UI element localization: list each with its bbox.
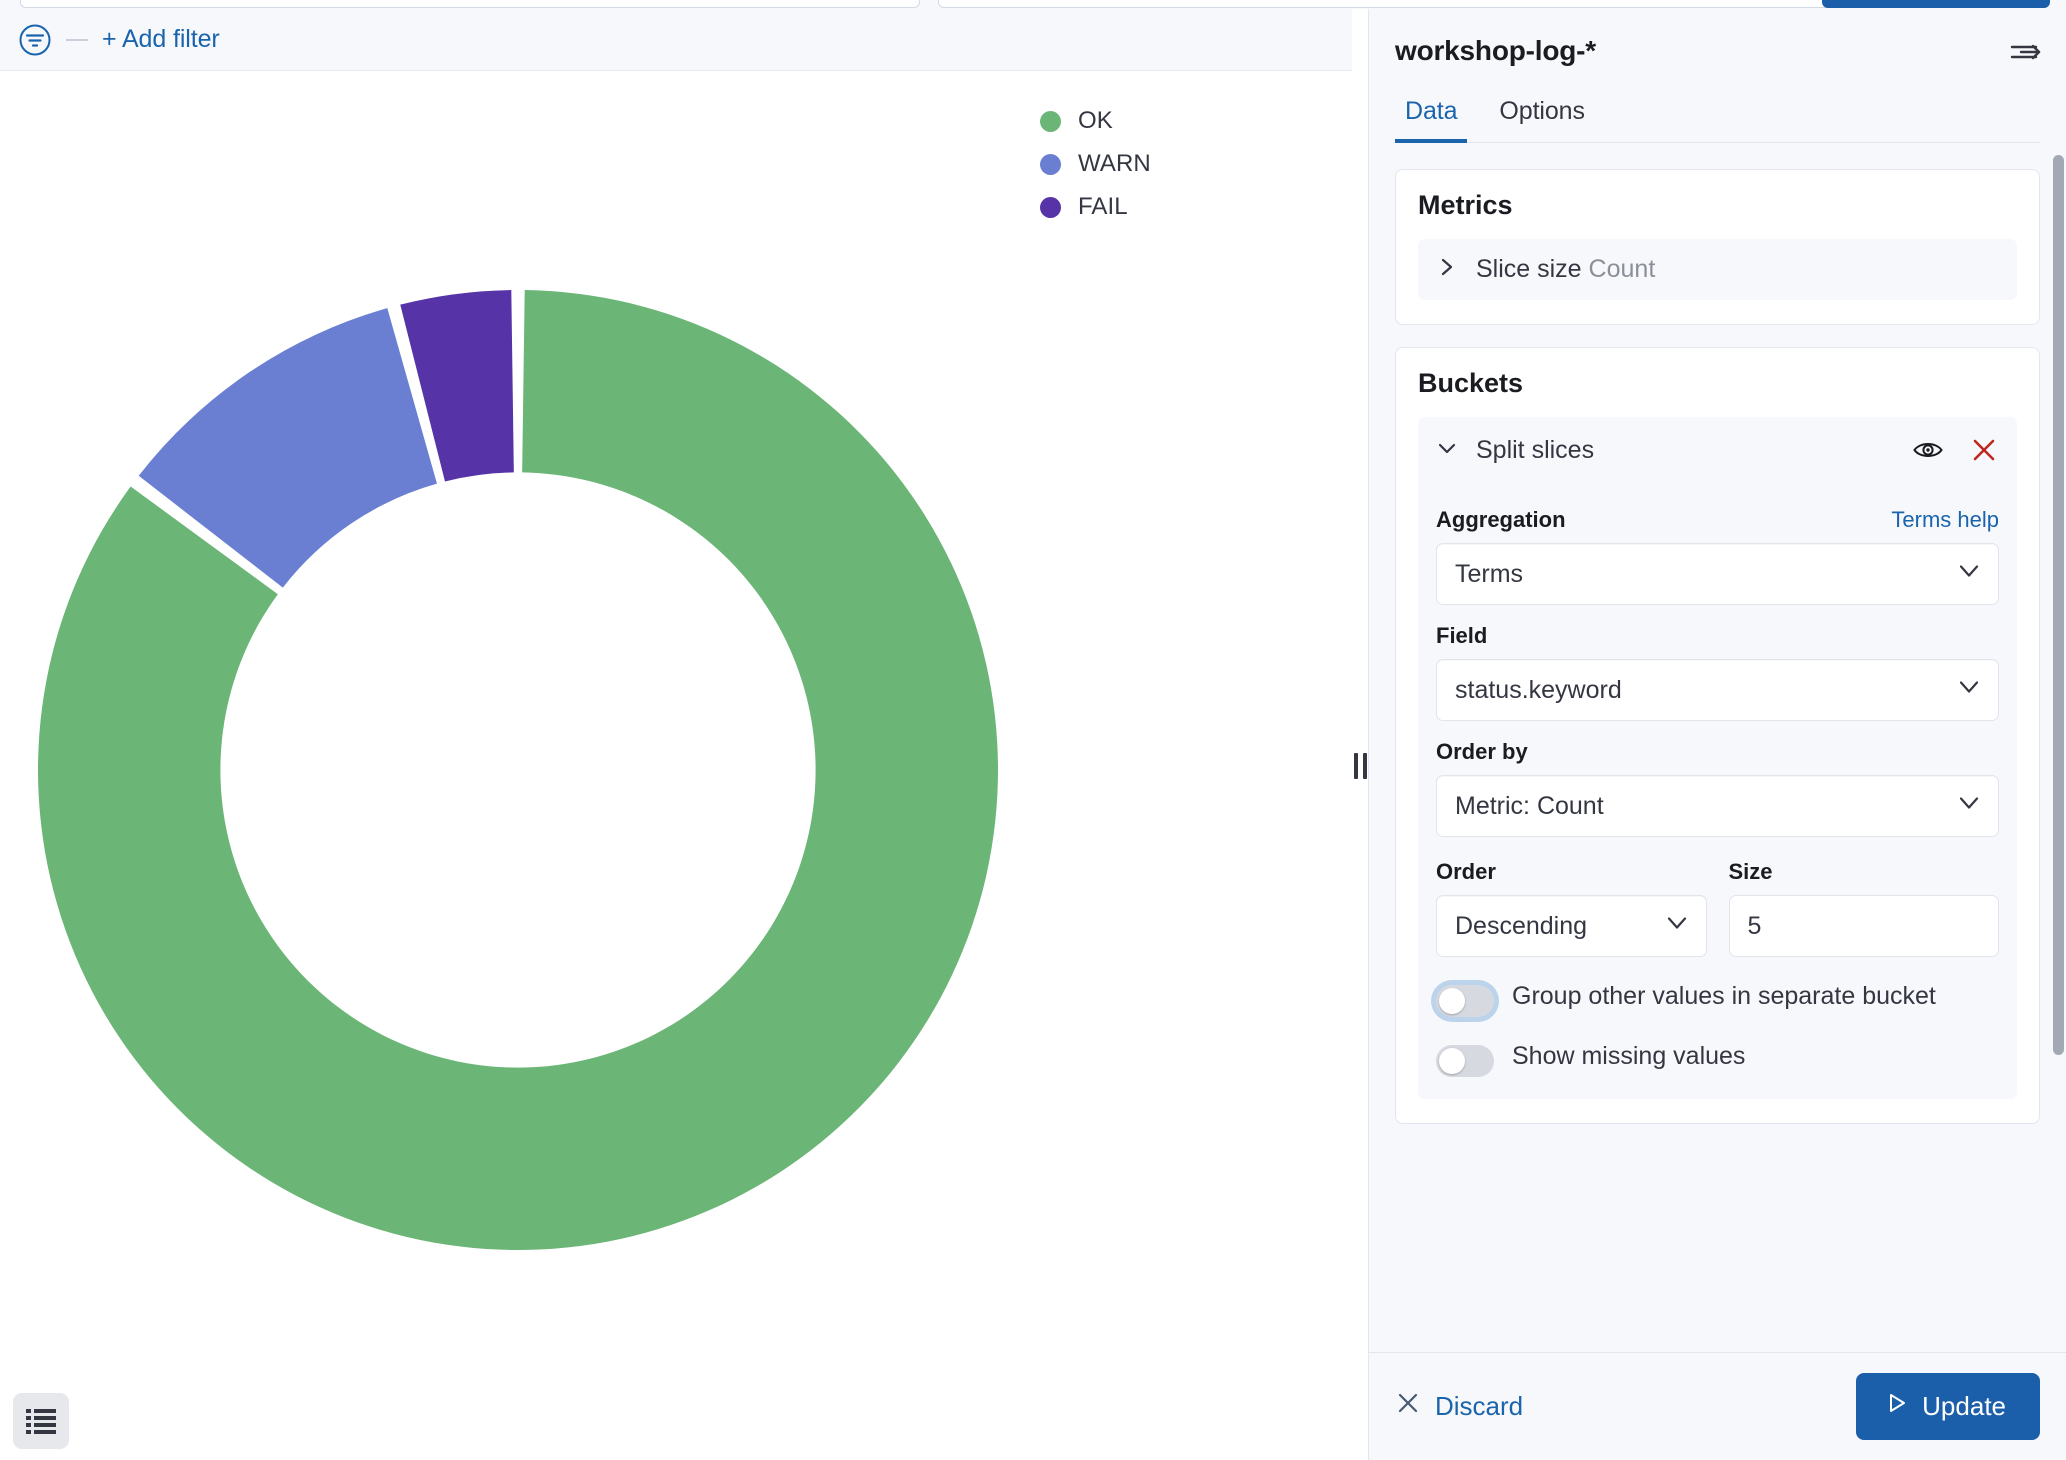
panel-resize-handle[interactable] xyxy=(1352,71,1368,1460)
metric-row-name: Slice size xyxy=(1476,255,1582,283)
page-title: workshop-log-* xyxy=(1395,35,1596,66)
aggregation-label-row: Aggregation Terms help xyxy=(1436,507,1999,533)
inspect-button[interactable] xyxy=(13,1393,69,1449)
legend-item-label: FAIL xyxy=(1078,193,1128,220)
panel-tabs: Data Options xyxy=(1395,97,2040,143)
size-input-value: 5 xyxy=(1747,911,1762,940)
terms-help-link[interactable]: Terms help xyxy=(1891,507,1999,533)
update-label: Update xyxy=(1922,1391,2006,1421)
legend-color-swatch xyxy=(1040,110,1061,132)
field-label: Field xyxy=(1436,623,1488,648)
group-other-values-row: Group other values in separate bucket xyxy=(1436,981,1999,1017)
split-slices-body: Aggregation Terms help Terms Field statu… xyxy=(1418,483,2017,1099)
show-missing-values-row: Show missing values xyxy=(1436,1041,1999,1077)
chevron-right-icon xyxy=(1436,256,1458,283)
chart-legend: OK WARN FAIL xyxy=(1040,107,1151,221)
field-label-row: Field xyxy=(1436,623,1999,649)
show-missing-values-toggle[interactable] xyxy=(1436,1045,1494,1077)
order-by-select-value: Metric: Count xyxy=(1455,791,1604,820)
legend-item-label: WARN xyxy=(1078,150,1151,177)
close-icon xyxy=(1395,1390,1421,1423)
editor-side-panel: workshop-log-* Data Options Metrics Slic… xyxy=(1368,9,2066,1460)
buckets-card-title: Buckets xyxy=(1418,368,1524,398)
metric-row-label: Slice size Count xyxy=(1476,255,1655,284)
panel-footer: Discard Update xyxy=(1369,1352,2066,1460)
order-label-row: Order xyxy=(1436,859,1707,885)
chevron-down-icon[interactable] xyxy=(1436,437,1458,464)
visualization-editor: + Add filter OK WARN FAIL workshop-log-*… xyxy=(0,0,2066,1460)
resize-grip-icon xyxy=(1353,752,1367,779)
group-other-values-toggle[interactable] xyxy=(1436,985,1494,1017)
group-other-values-label: Group other values in separate bucket xyxy=(1512,982,1936,1010)
metric-row-value: Count xyxy=(1588,255,1656,283)
size-input[interactable]: 5 xyxy=(1728,895,1999,957)
order-by-label: Order by xyxy=(1436,739,1528,764)
order-select-value: Descending xyxy=(1455,911,1588,940)
play-icon xyxy=(1884,1391,1908,1422)
chevron-down-icon xyxy=(1664,910,1690,943)
list-icon xyxy=(26,1409,56,1434)
filter-bar: + Add filter xyxy=(0,9,1352,71)
order-size-row: Order Descending Size 5 xyxy=(1436,841,1999,957)
legend-item-fail[interactable]: FAIL xyxy=(1040,193,1151,221)
filter-icon[interactable] xyxy=(18,23,52,57)
metric-slice-size-row[interactable]: Slice size Count xyxy=(1418,239,2017,300)
eye-icon[interactable] xyxy=(1909,431,1947,469)
top-chrome-cutoff xyxy=(0,0,2066,9)
show-missing-values-label: Show missing values xyxy=(1512,1042,1746,1070)
order-by-label-row: Order by xyxy=(1436,739,1999,765)
aggregation-select[interactable]: Terms xyxy=(1436,543,1999,605)
scrollbar-thumb[interactable] xyxy=(2053,155,2064,1055)
collapse-panel-icon[interactable] xyxy=(2008,35,2042,69)
chevron-down-icon xyxy=(1956,790,1982,823)
order-group: Order Descending xyxy=(1436,841,1707,957)
metrics-card: Metrics Slice size Count xyxy=(1395,169,2040,325)
order-select[interactable]: Descending xyxy=(1436,895,1707,957)
size-group: Size 5 xyxy=(1728,841,2000,957)
panel-header: workshop-log-* Data Options xyxy=(1369,9,2066,143)
aggregation-select-value: Terms xyxy=(1455,559,1524,588)
remove-bucket-icon[interactable] xyxy=(1965,431,2003,469)
update-button[interactable]: Update xyxy=(1856,1373,2040,1440)
size-label: Size xyxy=(1728,859,1773,884)
legend-item-label: OK xyxy=(1078,107,1113,134)
toggle-knob xyxy=(1439,988,1465,1014)
add-filter-button[interactable]: + Add filter xyxy=(102,25,220,54)
tab-options[interactable]: Options xyxy=(1489,97,1594,142)
discard-button[interactable]: Discard xyxy=(1395,1390,1523,1423)
order-label: Order xyxy=(1436,859,1496,884)
panel-scrollbar[interactable] xyxy=(2052,143,2066,1352)
panel-scroll-region: Metrics Slice size Count Buckets Split s… xyxy=(1369,143,2066,1352)
donut-chart xyxy=(38,290,998,1250)
aggregation-label: Aggregation xyxy=(1436,507,1566,532)
tab-data[interactable]: Data xyxy=(1395,97,1468,143)
legend-color-swatch xyxy=(1040,196,1061,218)
chevron-down-icon xyxy=(1956,674,1982,707)
toggle-knob xyxy=(1439,1048,1465,1074)
discard-label: Discard xyxy=(1435,1391,1524,1421)
update-top-button-cutoff[interactable] xyxy=(1822,0,2050,8)
legend-item-ok[interactable]: OK xyxy=(1040,107,1151,135)
split-slices-header[interactable]: Split slices xyxy=(1418,417,2017,483)
donut-svg xyxy=(38,290,998,1250)
field-select-value: status.keyword xyxy=(1455,675,1622,704)
legend-color-swatch xyxy=(1040,153,1061,175)
buckets-card: Buckets Split slices Aggregation Terms h… xyxy=(1395,347,2040,1124)
size-label-row: Size xyxy=(1729,859,2000,885)
metrics-card-title: Metrics xyxy=(1418,190,1513,220)
legend-item-warn[interactable]: WARN xyxy=(1040,150,1151,178)
order-by-select[interactable]: Metric: Count xyxy=(1436,775,1999,837)
split-slices-label: Split slices xyxy=(1476,435,1595,464)
query-bar-cutoff[interactable] xyxy=(20,0,920,8)
chevron-down-icon xyxy=(1956,558,1982,591)
filter-separator xyxy=(66,38,88,41)
field-select[interactable]: status.keyword xyxy=(1436,659,1999,721)
chart-canvas: OK WARN FAIL xyxy=(0,71,1352,1460)
